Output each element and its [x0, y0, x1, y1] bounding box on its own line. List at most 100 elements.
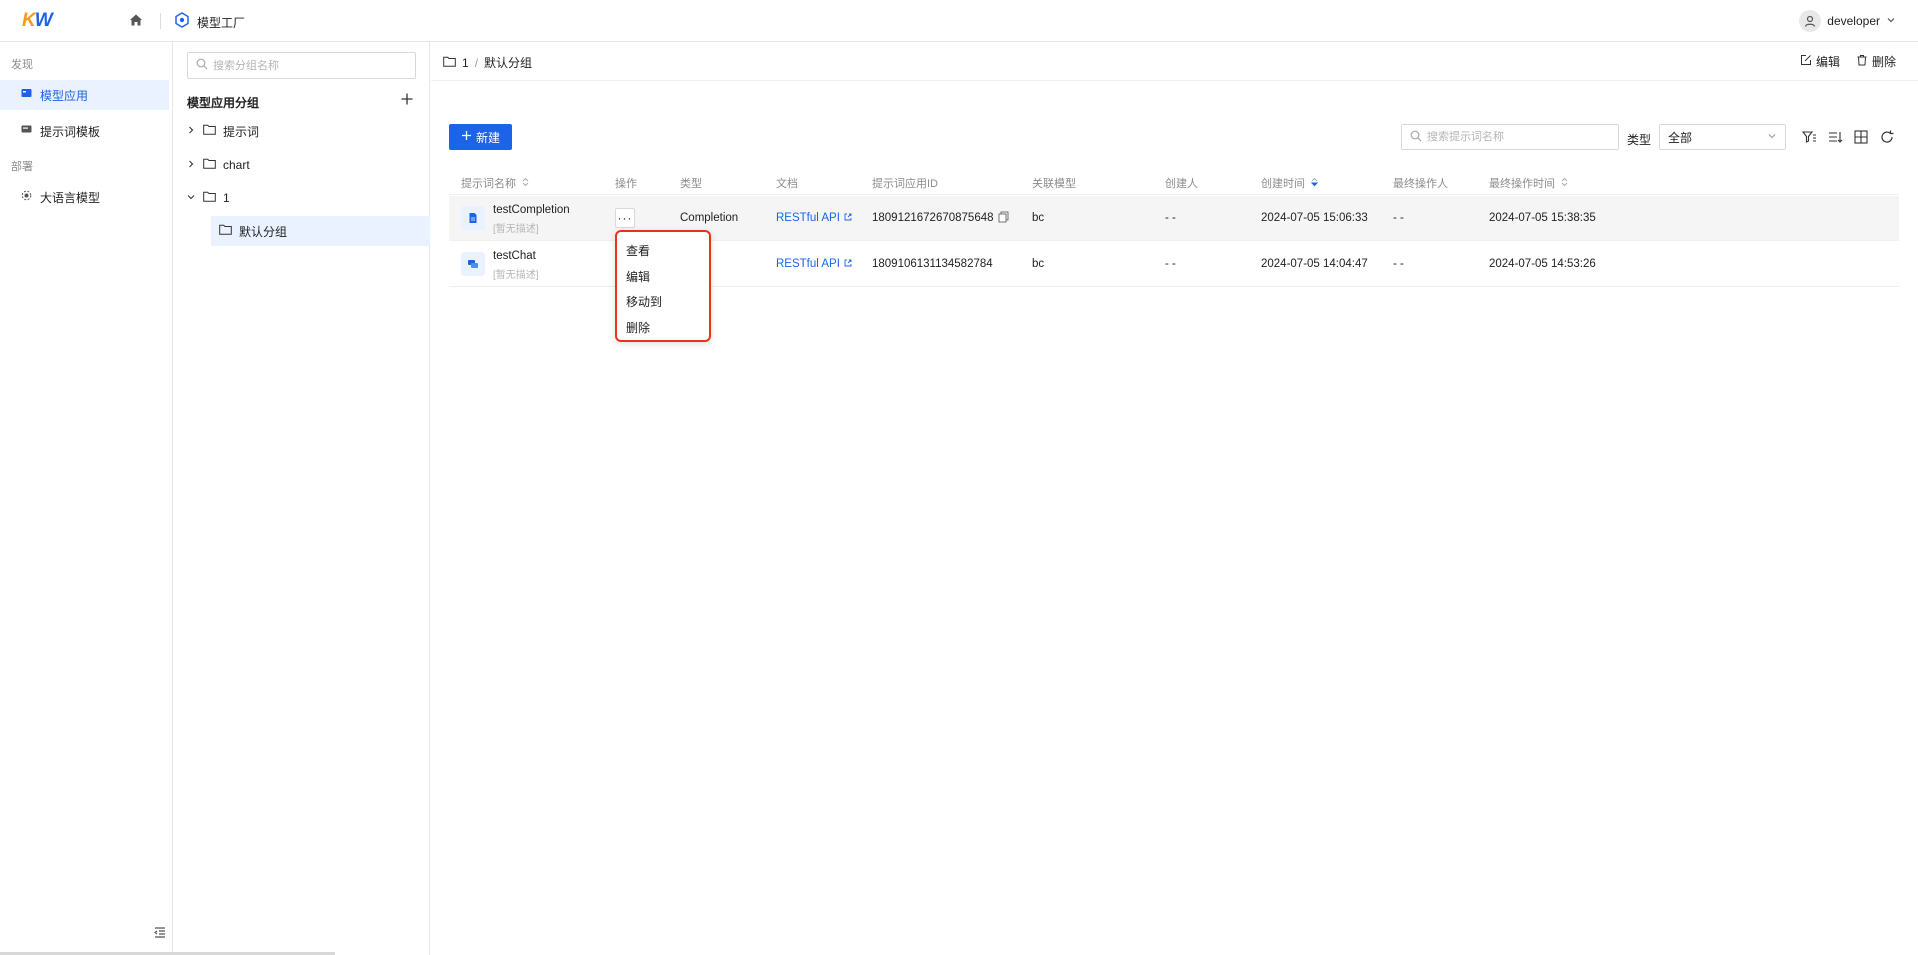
column-header-type: 类型: [680, 178, 702, 190]
column-header-app-id: 提示词应用ID: [872, 178, 938, 190]
column-header-doc: 文档: [776, 178, 798, 190]
group-search-input[interactable]: [213, 59, 403, 72]
top-divider: [160, 13, 161, 29]
cell-created-at: 2024-07-05 15:06:33: [1261, 212, 1368, 224]
top-bar: KW 模型工厂 developer: [0, 0, 1918, 42]
header-actions: 编辑 删除: [1800, 53, 1896, 70]
edit-label: 编辑: [1815, 55, 1840, 69]
folder-icon: [203, 191, 216, 205]
group-panel-title: 模型应用分组: [187, 96, 260, 110]
chevron-down-icon: [1767, 130, 1777, 144]
tree-item-1[interactable]: 1: [186, 183, 416, 213]
sort-desc-icon[interactable]: [1310, 177, 1319, 190]
chevron-down-icon[interactable]: [186, 191, 196, 205]
edit-icon: [1800, 54, 1812, 69]
tree-item-prompts[interactable]: 提示词: [186, 116, 416, 146]
column-header-creator: 创建人: [1165, 178, 1198, 190]
template-icon: [21, 124, 32, 138]
menu-item-edit[interactable]: 编辑: [617, 264, 709, 290]
more-actions-button[interactable]: ···: [615, 208, 635, 228]
cell-last-operator: - -: [1393, 258, 1404, 270]
menu-item-move-to[interactable]: 移动到: [617, 289, 709, 315]
main-header: 1 / 默认分组 编辑 删除: [431, 42, 1918, 81]
cell-model: bc: [1032, 212, 1045, 224]
cell-app-id: 1809121672670875648: [872, 212, 994, 224]
menu-item-delete[interactable]: 删除: [617, 315, 709, 341]
cell-creator: - -: [1165, 212, 1176, 224]
chat-icon: [461, 252, 485, 276]
user-menu[interactable]: developer: [1799, 10, 1896, 32]
nav-item-label: 提示词模板: [40, 124, 101, 139]
user-avatar-icon: [1799, 10, 1822, 32]
prompt-search-input[interactable]: [1427, 131, 1607, 143]
add-group-icon[interactable]: [398, 90, 416, 108]
home-icon[interactable]: [128, 12, 144, 28]
nav-item-model-apps[interactable]: 模型应用: [0, 80, 169, 110]
external-link-icon: [844, 258, 852, 270]
nav-item-llm[interactable]: 大语言模型: [0, 182, 169, 212]
cell-creator: - -: [1165, 258, 1176, 270]
column-header-created-at[interactable]: 创建时间: [1261, 175, 1319, 191]
cell-model: bc: [1032, 258, 1045, 270]
new-prompt-button[interactable]: 新建: [449, 124, 512, 150]
prompt-name[interactable]: testCompletion: [493, 204, 570, 216]
sort-toggle-icon[interactable]: [522, 177, 529, 190]
type-filter-value: 全部: [1668, 130, 1693, 145]
nav-section-discover: 发现: [11, 59, 33, 71]
prompt-name[interactable]: testChat: [493, 250, 536, 262]
copy-icon[interactable]: [998, 211, 1009, 226]
nav-item-label: 模型应用: [40, 88, 89, 103]
product-name[interactable]: 模型工厂: [197, 14, 245, 31]
cell-last-time: 2024-07-05 15:38:35: [1489, 212, 1596, 224]
model-factory-icon: [174, 12, 190, 28]
column-header-last-time[interactable]: 最终操作时间: [1489, 175, 1568, 191]
chevron-right-icon[interactable]: [186, 124, 196, 138]
kw-logo[interactable]: KW: [22, 10, 53, 32]
trash-icon: [1856, 54, 1868, 69]
completion-doc-icon: [461, 206, 485, 230]
plus-icon: [461, 130, 472, 144]
menu-item-view[interactable]: 查看: [617, 238, 709, 264]
delete-group-button[interactable]: 删除: [1856, 53, 1896, 70]
cell-last-operator: - -: [1393, 212, 1404, 224]
tree-item-label: 默认分组: [239, 224, 288, 239]
edit-group-button[interactable]: 编辑: [1800, 53, 1840, 70]
prompt-description: [暂无描述]: [493, 270, 539, 281]
breadcrumb-separator: /: [474, 55, 479, 70]
cell-created-at: 2024-07-05 14:04:47: [1261, 258, 1368, 270]
prompt-search[interactable]: [1401, 124, 1619, 150]
chevron-right-icon[interactable]: [186, 158, 196, 172]
api-doc-link[interactable]: RESTful API: [776, 258, 852, 270]
type-filter-label: 类型: [1627, 133, 1652, 147]
refresh-icon[interactable]: [1879, 129, 1895, 145]
filter-icon[interactable]: [1801, 129, 1817, 145]
column-header-name[interactable]: 提示词名称: [461, 175, 529, 191]
folder-icon: [203, 124, 216, 138]
cell-app-id: 1809106131134582784: [872, 258, 993, 270]
user-name: developer: [1827, 14, 1880, 28]
column-settings-icon[interactable]: [1853, 129, 1869, 145]
group-search[interactable]: [187, 52, 416, 79]
row-actions-menu: 查看 编辑 移动到 删除: [615, 230, 711, 342]
collapse-nav-icon[interactable]: [153, 925, 167, 939]
breadcrumb-current: 默认分组: [484, 56, 533, 70]
tree-item-chart[interactable]: chart: [186, 150, 416, 180]
new-label: 新建: [475, 130, 500, 145]
sort-toggle-icon[interactable]: [1561, 177, 1568, 190]
left-nav: 发现 模型应用 提示词模板 部署 大语言模型: [0, 42, 173, 955]
external-link-icon: [844, 212, 852, 224]
nav-item-prompt-templates[interactable]: 提示词模板: [0, 116, 169, 146]
delete-label: 删除: [1871, 55, 1896, 69]
tree-item-label: 提示词: [223, 124, 260, 139]
group-panel: 模型应用分组 提示词 chart 1 默认分组: [174, 42, 430, 955]
sort-icon[interactable]: [1827, 129, 1843, 145]
folder-icon: [443, 56, 456, 70]
table-header: 提示词名称 操作 类型 文档 提示词应用ID 关联模型 创建人 创建时间 最终操…: [449, 166, 1899, 195]
chevron-down-icon: [1886, 14, 1896, 28]
column-header-last-operator: 最终操作人: [1393, 178, 1448, 190]
breadcrumb-parent[interactable]: 1: [462, 56, 469, 70]
type-filter-select[interactable]: 全部: [1659, 124, 1786, 150]
cell-last-time: 2024-07-05 14:53:26: [1489, 258, 1596, 270]
api-doc-link[interactable]: RESTful API: [776, 212, 852, 224]
tree-item-default-group[interactable]: 默认分组: [211, 216, 430, 246]
